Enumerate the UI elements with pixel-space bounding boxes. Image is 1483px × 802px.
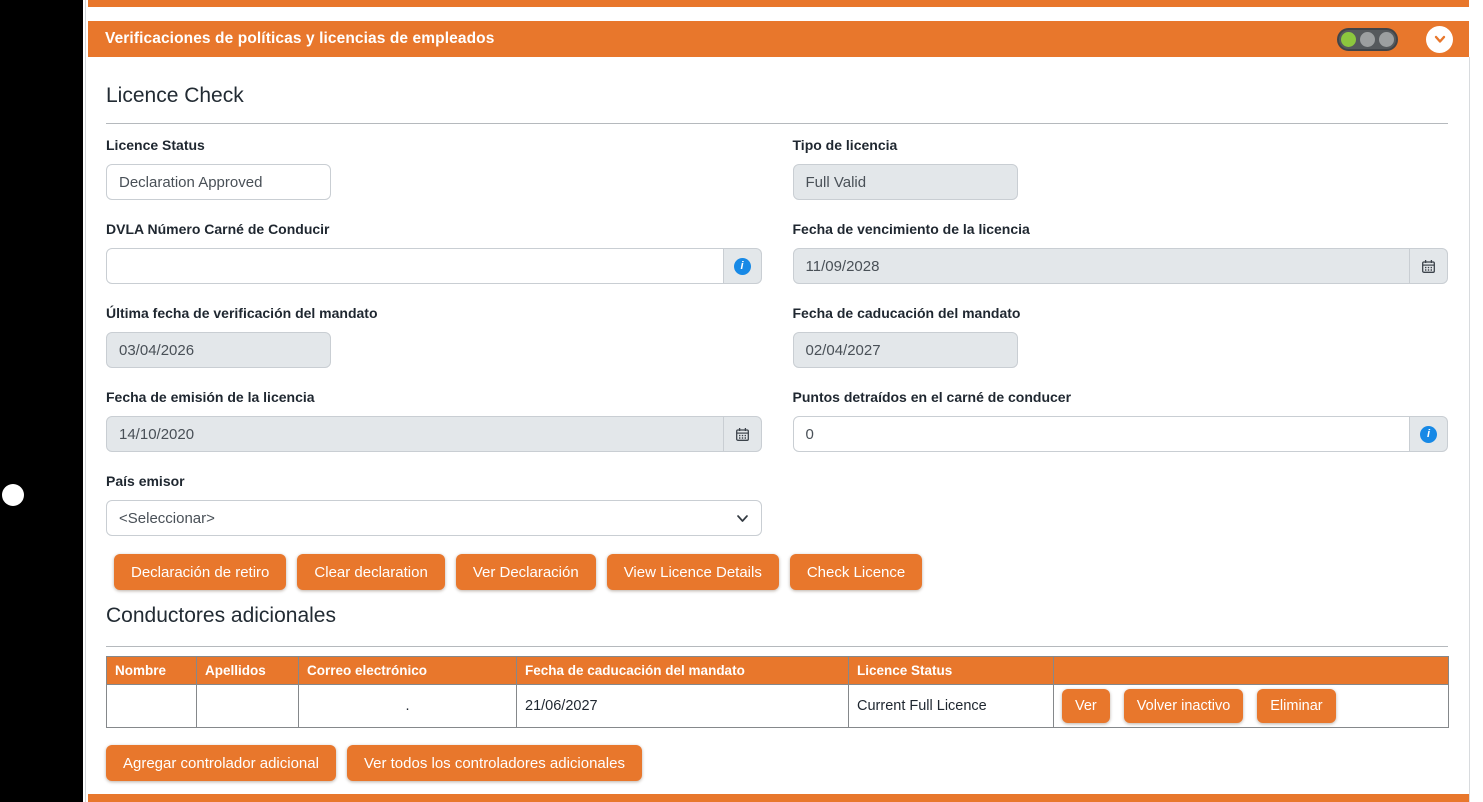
col-fecha-caducacion: Fecha de caducación del mandato xyxy=(516,656,849,685)
clear-declaration-button[interactable]: Clear declaration xyxy=(297,554,445,590)
declaracion-retiro-button[interactable]: Declaración de retiro xyxy=(114,554,287,590)
volver-inactivo-button[interactable]: Volver inactivo xyxy=(1123,689,1244,723)
divider xyxy=(106,646,1448,647)
fecha-emision-input xyxy=(106,416,724,452)
sidebar-divider xyxy=(85,0,86,802)
view-licence-details-button[interactable]: View Licence Details xyxy=(606,554,779,590)
calendar-icon xyxy=(1422,259,1435,273)
fecha-emision-label: Fecha de emisión de la licencia xyxy=(106,389,315,405)
field-ultima-verificacion: Última fecha de verificación del mandato xyxy=(106,305,762,368)
field-caducacion-mandato: Fecha de caducación del mandato xyxy=(792,305,1449,368)
main-panel: Verificaciones de políticas y licencias … xyxy=(88,0,1469,802)
ver-button[interactable]: Ver xyxy=(1062,689,1110,723)
puntos-info-addon[interactable]: i xyxy=(1410,416,1448,452)
pais-emisor-label: País emisor xyxy=(106,473,185,489)
fecha-vencimiento-label: Fecha de vencimiento de la licencia xyxy=(792,221,1030,237)
fecha-vencimiento-calendar-addon xyxy=(1410,248,1448,284)
cell-licence-status: Current Full Licence xyxy=(848,684,1054,728)
dvla-numero-input[interactable] xyxy=(106,248,724,284)
field-licence-status: Licence Status xyxy=(106,137,762,200)
traffic-light-red xyxy=(1379,31,1394,47)
info-icon: i xyxy=(1420,425,1437,443)
col-correo: Correo electrónico xyxy=(298,656,517,685)
ver-declaracion-button[interactable]: Ver Declaración xyxy=(455,554,596,590)
ultima-verificacion-label: Última fecha de verificación del mandato xyxy=(106,305,378,321)
field-tipo-licencia: Tipo de licencia xyxy=(792,137,1449,200)
dvla-numero-label: DVLA Número Carné de Conducir xyxy=(106,221,330,237)
next-section-strip xyxy=(88,794,1469,802)
caducacion-mandato-input xyxy=(792,332,1018,368)
tipo-licencia-label: Tipo de licencia xyxy=(792,137,898,153)
check-licence-button[interactable]: Check Licence xyxy=(789,554,923,590)
licence-check-form: Licence Status Tipo de licencia DVLA Núm… xyxy=(106,116,1448,536)
collapse-section-button[interactable] xyxy=(1426,25,1453,53)
info-icon: i xyxy=(733,257,751,275)
traffic-light-indicator xyxy=(1337,27,1398,51)
chevron-down-icon xyxy=(1434,35,1445,43)
fecha-emision-calendar-addon xyxy=(723,416,762,452)
panel-right-border xyxy=(1469,57,1470,802)
traffic-light-amber xyxy=(1360,31,1375,47)
pais-emisor-select[interactable]: <Seleccionar> xyxy=(106,500,762,536)
previous-section-strip xyxy=(88,0,1469,7)
drivers-actions-row: Agregar controlador adicional Ver todos … xyxy=(106,745,1448,781)
traffic-light-green xyxy=(1341,31,1356,47)
ver-todos-controladores-button[interactable]: Ver todos los controladores adicionales xyxy=(346,745,642,781)
col-licence-status: Licence Status xyxy=(848,656,1054,685)
col-nombre: Nombre xyxy=(106,656,197,685)
table-row: . 21/06/2027 Current Full Licence Ver Vo… xyxy=(106,684,1449,728)
agregar-controlador-button[interactable]: Agregar controlador adicional xyxy=(106,745,336,781)
puntos-detraidos-label: Puntos detraídos en el carné de conducer xyxy=(792,389,1072,405)
puntos-detraidos-input[interactable] xyxy=(792,416,1410,452)
section-header-bar[interactable]: Verificaciones de políticas y licencias … xyxy=(88,21,1469,57)
caducacion-mandato-label: Fecha de caducación del mandato xyxy=(792,305,1021,321)
licence-status-input[interactable] xyxy=(106,164,331,200)
additional-drivers-title: Conductores adicionales xyxy=(106,604,336,627)
licence-actions-row: Declaración de retiro Clear declaration … xyxy=(114,554,1448,590)
additional-drivers-table: Nombre Apellidos Correo electrónico Fech… xyxy=(106,656,1449,728)
cell-apellidos xyxy=(196,684,299,728)
col-apellidos: Apellidos xyxy=(196,656,299,685)
licence-check-title: Licence Check xyxy=(106,84,244,107)
cell-fecha-caducacion: 21/06/2027 xyxy=(516,684,849,728)
tipo-licencia-input xyxy=(792,164,1018,200)
field-dvla-numero: DVLA Número Carné de Conducir i xyxy=(106,221,762,284)
field-fecha-emision: Fecha de emisión de la licencia xyxy=(106,389,762,452)
cell-nombre xyxy=(106,684,197,728)
sidebar-dot-indicator xyxy=(2,484,24,506)
cell-correo: . xyxy=(298,684,517,728)
eliminar-button[interactable]: Eliminar xyxy=(1257,689,1336,723)
calendar-icon xyxy=(735,427,749,441)
section-header-title: Verificaciones de políticas y licencias … xyxy=(105,30,495,47)
field-puntos-detraidos: Puntos detraídos en el carné de conducer… xyxy=(792,389,1448,452)
licence-status-label: Licence Status xyxy=(106,137,205,153)
fecha-vencimiento-input xyxy=(792,248,1410,284)
col-actions xyxy=(1053,656,1449,685)
field-fecha-vencimiento: Fecha de vencimiento de la licencia xyxy=(792,221,1448,284)
cell-actions: Ver Volver inactivo Eliminar xyxy=(1053,684,1449,728)
ultima-verificacion-input xyxy=(106,332,331,368)
table-header-row: Nombre Apellidos Correo electrónico Fech… xyxy=(106,656,1449,685)
left-sidebar xyxy=(0,0,83,802)
dvla-info-addon[interactable]: i xyxy=(723,248,762,284)
field-pais-emisor: País emisor <Seleccionar> xyxy=(106,473,762,536)
